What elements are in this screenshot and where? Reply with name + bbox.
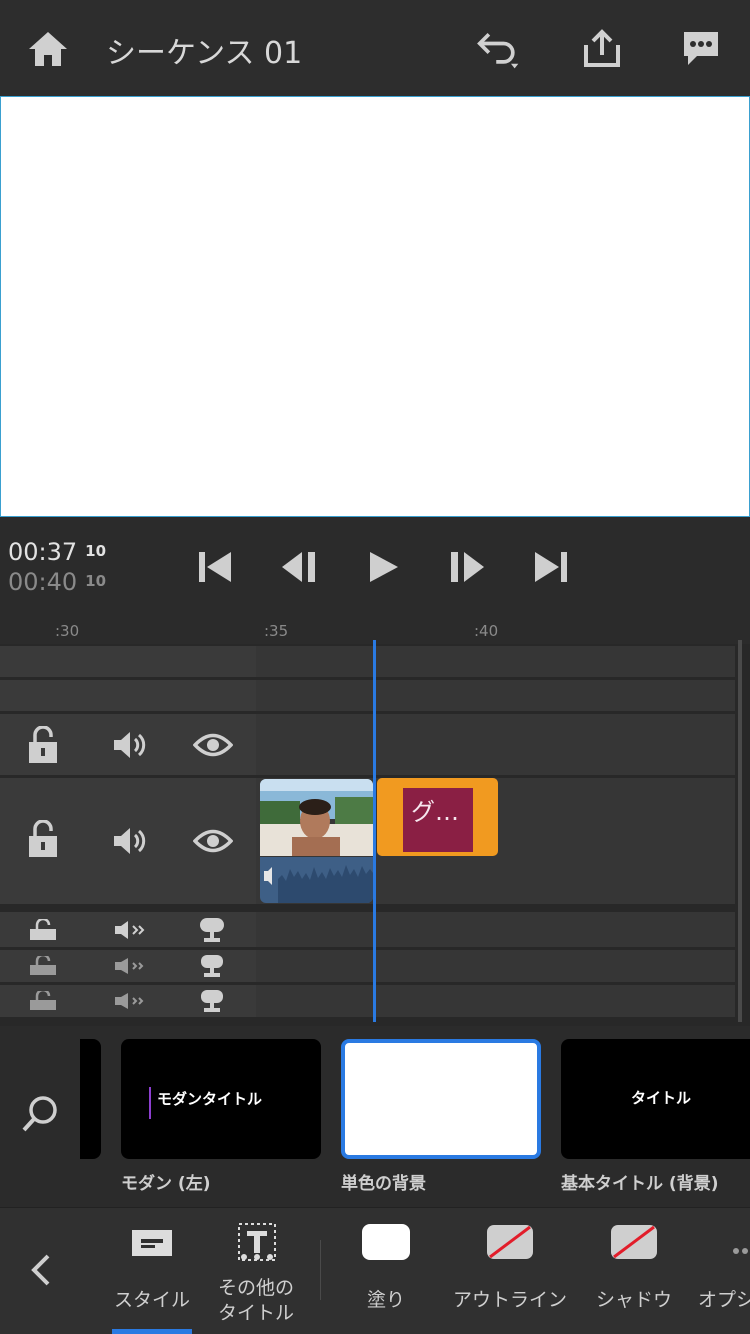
unlock-icon[interactable] — [28, 955, 58, 977]
current-frame: 10 — [85, 542, 107, 560]
video-clip[interactable] — [260, 779, 373, 856]
unlock-icon[interactable] — [28, 918, 58, 942]
style-card-label: 基本タイトル (背景) — [561, 1174, 719, 1194]
title-clip[interactable]: グ… — [377, 778, 498, 856]
timeline-scrollbar[interactable] — [738, 640, 742, 1022]
active-tab-indicator — [112, 1329, 192, 1334]
track-header — [0, 646, 256, 677]
tab-options[interactable]: オプシ — [698, 1285, 750, 1312]
other-titles-icon[interactable] — [234, 1219, 280, 1265]
ruler-label: :30 — [55, 622, 80, 640]
play-icon[interactable] — [361, 545, 405, 589]
fill-swatch[interactable] — [362, 1224, 410, 1260]
current-timecode: 00:37 10 — [8, 538, 106, 566]
style-tab-icon[interactable] — [126, 1224, 178, 1262]
search-icon[interactable] — [18, 1092, 62, 1136]
microphone-icon[interactable] — [196, 916, 228, 944]
speaker-icon[interactable] — [112, 956, 148, 976]
duration-timecode: 00:40 10 — [8, 568, 106, 596]
accent-bar — [149, 1087, 151, 1119]
current-time: 00:37 — [8, 538, 78, 566]
speaker-icon[interactable] — [112, 991, 148, 1011]
microphone-icon[interactable] — [197, 988, 227, 1014]
outline-swatch-none[interactable] — [486, 1224, 534, 1260]
eye-icon[interactable] — [192, 728, 234, 762]
unlock-icon[interactable] — [28, 990, 58, 1012]
unlock-icon[interactable] — [24, 724, 62, 766]
tab-fill[interactable]: 塗り — [346, 1285, 426, 1312]
step-back-icon[interactable] — [277, 545, 321, 589]
style-card-preview-text: タイトル — [631, 1089, 692, 1107]
video-preview[interactable] — [0, 96, 750, 517]
audio-waveform — [264, 865, 373, 903]
more-options-icon[interactable] — [732, 1240, 750, 1254]
tab-shadow[interactable]: シャドウ — [590, 1285, 678, 1312]
audio-clip[interactable] — [260, 857, 373, 903]
home-icon[interactable] — [25, 26, 71, 72]
tab-other-titles-line1[interactable]: その他の — [206, 1273, 306, 1300]
duration-frame: 10 — [85, 572, 107, 590]
track-header — [0, 680, 256, 711]
microphone-icon[interactable] — [197, 953, 227, 979]
tab-other-titles-line2[interactable]: タイトル — [206, 1298, 306, 1325]
back-chevron-icon[interactable] — [24, 1248, 58, 1292]
tab-outline[interactable]: アウトライン — [446, 1285, 574, 1312]
go-to-end-icon[interactable] — [529, 545, 573, 589]
feedback-icon[interactable] — [678, 26, 724, 72]
style-card-label: モダン (左) — [121, 1174, 211, 1194]
speaker-icon[interactable] — [110, 726, 150, 764]
speaker-icon[interactable] — [112, 919, 148, 941]
sequence-title[interactable]: シーケンス 01 — [106, 28, 302, 72]
ruler-label: :35 — [264, 622, 289, 640]
eye-icon[interactable] — [192, 824, 234, 858]
style-card-partial[interactable] — [80, 1039, 101, 1159]
speaker-icon[interactable] — [110, 822, 150, 860]
playhead[interactable] — [373, 640, 376, 1022]
style-card-preview-text: モダンタイトル — [157, 1090, 263, 1108]
title-clip-text: グ… — [411, 798, 459, 826]
shadow-swatch-none[interactable] — [610, 1224, 658, 1260]
app-root: シーケンス 01 00:37 10 00:40 10 :30 :35 :40 グ… — [0, 0, 750, 1334]
go-to-start-icon[interactable] — [193, 545, 237, 589]
tab-style[interactable]: スタイル — [106, 1285, 198, 1312]
title-clip-thumbnail: グ… — [403, 788, 473, 852]
style-card-label: 単色の背景 — [341, 1174, 426, 1194]
duration-time: 00:40 — [8, 568, 78, 596]
ruler-label: :40 — [474, 622, 499, 640]
step-forward-icon[interactable] — [445, 545, 489, 589]
undo-icon[interactable] — [476, 26, 522, 72]
style-card-basic-title[interactable]: タイトル — [561, 1039, 750, 1159]
toolbar-divider — [320, 1240, 321, 1300]
video-thumbnail-image — [260, 779, 373, 856]
style-card-solid-background[interactable] — [341, 1039, 541, 1159]
share-icon[interactable] — [579, 26, 625, 72]
unlock-icon[interactable] — [24, 818, 62, 860]
style-card-modern-left[interactable]: モダンタイトル — [121, 1039, 321, 1159]
top-bar: シーケンス 01 — [0, 0, 750, 96]
